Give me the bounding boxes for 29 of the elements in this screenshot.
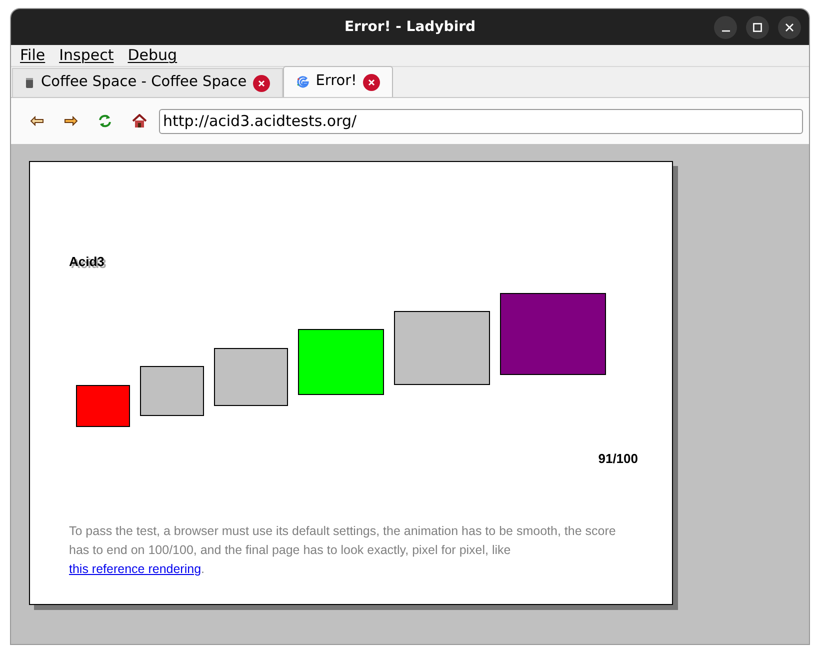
window-title: Error! - Ladybird (344, 18, 476, 36)
close-icon (258, 80, 265, 86)
home-icon (132, 114, 146, 128)
instructions-text: To pass the test, a browser must use its default settings, the animation has to be smooth, the score has to end on 100/100, and the final page has to look exactly, pixel for pixel, like this reference rendering. (69, 523, 617, 578)
close-icon (368, 78, 375, 86)
tab-title: Coffee Space - Coffee Space (41, 73, 247, 92)
browser-tab[interactable]: Error! (282, 66, 393, 97)
forward-arrow-icon (64, 116, 78, 126)
close-tab-button[interactable] (362, 74, 380, 90)
minimize-icon (722, 30, 730, 32)
address-field[interactable]: http://acid3.acidtests.org/ (159, 108, 803, 134)
back-arrow-icon (30, 116, 44, 126)
page-heading: Acid3 (69, 253, 104, 271)
minimize-button[interactable] (714, 16, 737, 39)
close-button[interactable] (778, 16, 801, 39)
maximize-button[interactable] (746, 16, 769, 39)
browser-tab[interactable]: Coffee Space - Coffee Space (12, 68, 283, 97)
google-icon (296, 75, 310, 89)
menu-item[interactable]: Inspect (59, 44, 114, 67)
menu-item[interactable]: File (20, 44, 46, 67)
menu-item[interactable]: Debug (128, 44, 178, 67)
reference-link[interactable]: this reference rendering (69, 562, 202, 576)
reload-icon (98, 114, 112, 128)
close-tab-button[interactable] (252, 74, 270, 92)
close-icon (785, 23, 794, 32)
score-text: 91/100 (598, 450, 638, 468)
cup-icon (25, 77, 35, 89)
tab-title: Error! (316, 72, 357, 92)
maximize-icon (753, 23, 762, 32)
